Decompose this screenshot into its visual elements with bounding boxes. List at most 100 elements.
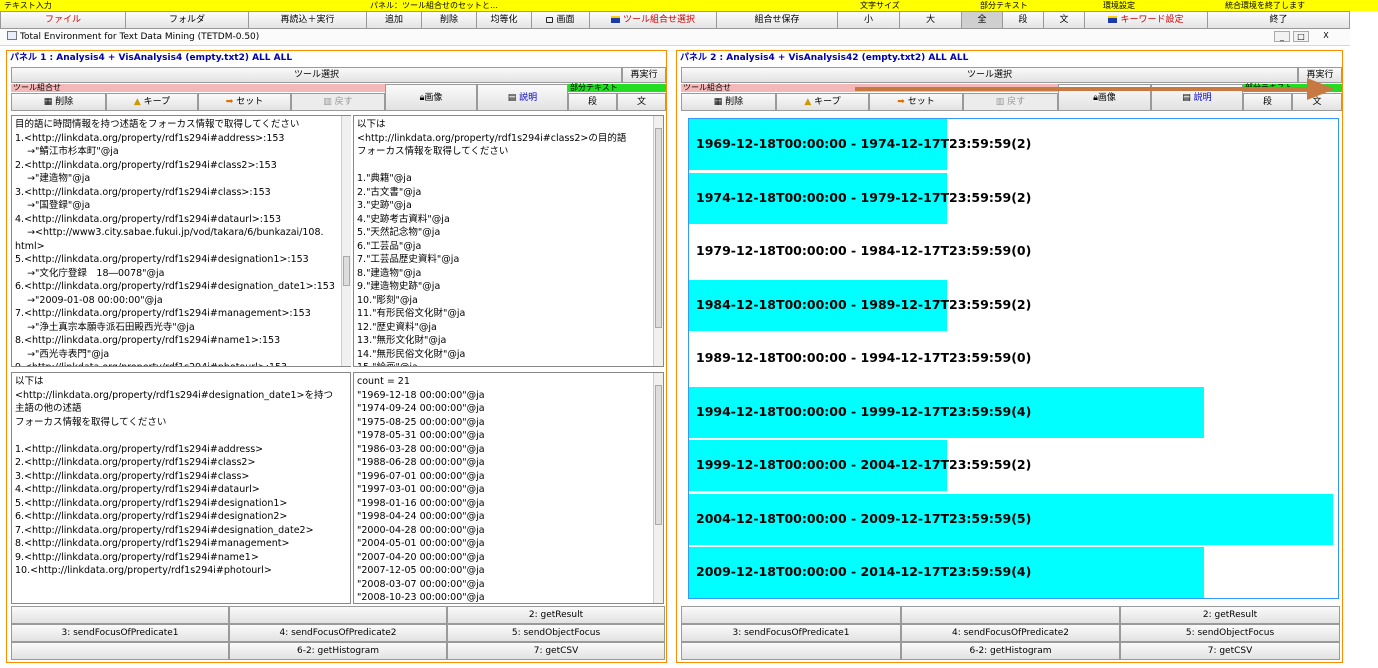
panel-2-title: パネル 2 : Analysis4 + VisAnalysis42 (empty… [677,51,969,65]
grid-icon: ▦ [713,97,726,107]
panel-1: パネル 1 : Analysis4 + VisAnalysis4 (empty.… [6,50,667,663]
window-title: Total Environment for Text Data Mining (… [20,32,260,42]
panel-1-combo-label: ツール組合せ [11,84,385,92]
histogram-chart: 1969-12-18T00:00:00 - 1974-12-17T23:59:5… [688,118,1339,599]
panel-1-text-bottom-left[interactable]: 以下は <http://linkdata.org/property/rdf1s2… [11,372,351,604]
panel-1-send-focus-predicate2-button[interactable]: 4: sendFocusOfPredicate2 [229,624,447,642]
label-exit-env: 統合環境を終了します [1225,1,1305,10]
panel-1-tool-select-button[interactable]: ツール選択 [11,67,622,83]
panel-1-explain-label: 説明 [519,93,538,103]
keyword-setting-label: キーワード設定 [1120,15,1184,25]
flag-icon [1108,16,1118,23]
panel-2-get-histogram-button[interactable]: 6-2: getHistogram [901,642,1120,660]
histogram-bar-label: 1999-12-18T00:00:00 - 2004-12-17T23:59:5… [696,457,1032,472]
panel-1-get-histogram-button[interactable]: 6-2: getHistogram [229,642,447,660]
panel-1-keep-button[interactable]: ▲ キープ [106,93,198,111]
screen-label: 画面 [556,15,575,25]
font-small-button[interactable]: 小 [837,11,899,29]
delete-button[interactable]: 削除 [421,11,476,29]
reload-run-button[interactable]: 再読込＋実行 [248,11,366,29]
sentence-button[interactable]: 文 [1043,11,1084,29]
panel-2-keep-label: キープ [814,97,841,107]
window-title-bar: Total Environment for Text Data Mining (… [0,29,1350,46]
panel-1-set-label: セット [236,97,264,107]
grid-icon: ▦ [43,97,56,107]
panel-1-scrollbar-tl[interactable] [341,116,351,366]
panel-1-send-object-focus-button[interactable]: 5: sendObjectFocus [447,624,665,642]
keyword-setting-button[interactable]: キーワード設定 [1084,11,1207,29]
panel-2-send-focus-predicate2-button[interactable]: 4: sendFocusOfPredicate2 [901,624,1120,642]
screen-button[interactable]: 画面 [531,11,589,29]
save-combo-button[interactable]: 組合せ保存 [716,11,837,29]
panel-1-get-result-button[interactable]: 2: getResult [447,606,665,624]
keep-icon: ▲ [133,97,144,107]
label-partial-text: 部分テキスト [980,1,1028,10]
label-font-size: 文字サイズ [860,1,900,10]
close-button[interactable]: X [1318,31,1334,42]
maximize-button[interactable]: □ [1293,31,1309,42]
paragraph-button[interactable]: 段 [1002,11,1043,29]
panel-1-text-bottom-right[interactable]: count = 21 "1969-12-18 00:00:00"@ja "197… [353,372,664,604]
label-env-settings: 環境設定 [1103,1,1135,10]
panel-2-send-focus-predicate1-button[interactable]: 3: sendFocusOfPredicate1 [681,624,901,642]
histogram-bar-label: 1994-12-18T00:00:00 - 1999-12-17T23:59:5… [696,403,1032,419]
flag-icon [610,16,620,23]
menu-bar: ファイル フォルダ 再読込＋実行 追加 削除 均等化 画面 ツール組合せ選択 組… [0,11,1350,29]
panel-1-sentence-button[interactable]: 文 [617,93,666,111]
panel-1-back-button[interactable]: ▥ 戻す [291,93,385,111]
panel-2-delete-label: 削除 [725,97,744,107]
panel-1-send-focus-predicate1-button[interactable]: 3: sendFocusOfPredicate1 [11,624,229,642]
panel-2-action-blank-2[interactable] [901,606,1120,624]
panel-1-action-blank-1[interactable] [11,606,229,624]
panel-1-explain-button[interactable]: ▤ 説明 [477,84,568,111]
panel-1-set-button[interactable]: ➡ セット [198,93,291,111]
minimize-button[interactable]: _ [1274,31,1290,42]
panel-1-text-top-right[interactable]: 以下は <http://linkdata.org/property/rdf1s2… [353,115,664,367]
tool-combo-select-button[interactable]: ツール組合せ選択 [589,11,716,29]
panel-1-delete-button[interactable]: ▦ 削除 [11,93,106,111]
panel-1-paragraph-button[interactable]: 段 [568,93,617,111]
tool-combo-select-label: ツール組合せ選択 [622,15,695,25]
histogram-bar-label: 2004-12-18T00:00:00 - 2009-12-17T23:59:5… [696,510,1032,526]
document-icon: ▤ [507,93,520,103]
all-text-button[interactable]: 全 [961,11,1002,29]
file-button[interactable]: ファイル [0,11,125,29]
panel-1-action-blank-3[interactable] [11,642,229,660]
panel-1-get-csv-button[interactable]: 7: getCSV [447,642,665,660]
label-text-input: テキスト入力 [4,1,52,10]
histogram-bar-label: 1984-12-18T00:00:00 - 1989-12-17T23:59:5… [696,296,1032,312]
equalize-button[interactable]: 均等化 [476,11,531,29]
back-icon: ▥ [323,97,335,107]
panel-1-rerun-button[interactable]: 再実行 [622,67,666,83]
top-label-bar: テキスト入力 パネル：ツール組合せのセットと… 文字サイズ 部分テキスト 環境設… [0,0,1378,11]
panel-1-scrollbar-tr[interactable] [653,116,663,366]
histogram-bar-label: 1969-12-18T00:00:00 - 1974-12-17T23:59:5… [696,136,1032,151]
panel-2-get-result-button[interactable]: 2: getResult [1120,606,1340,624]
panel-1-title: パネル 1 : Analysis4 + VisAnalysis4 (empty.… [7,51,293,65]
add-button[interactable]: 追加 [366,11,421,29]
panel-1-delete-label: 削除 [55,97,74,107]
panel-2-send-object-focus-button[interactable]: 5: sendObjectFocus [1120,624,1340,642]
app-icon [7,31,17,40]
panel-1-partial-label: 部分テキスト [568,84,666,92]
panel-1-back-label: 戻す [334,97,353,107]
lock-icon [546,17,554,23]
histogram-bar-label: 1974-12-18T00:00:00 - 1979-12-17T23:59:5… [696,189,1032,205]
histogram-bar-label: 1989-12-18T00:00:00 - 1994-12-17T23:59:5… [696,350,1032,365]
panel-1-scrollbar-br[interactable] [653,373,663,603]
panel-2-get-csv-button[interactable]: 7: getCSV [1120,642,1340,660]
annotation-arrow [855,78,1335,100]
panel-1-action-blank-2[interactable] [229,606,447,624]
panel-2-action-blank-3[interactable] [681,642,901,660]
panel-2-delete-button[interactable]: ▦ 削除 [681,93,776,111]
panel-1-image-label: 画像 [424,93,443,103]
panel-1-keep-label: キープ [143,97,171,107]
panel-2-action-blank-1[interactable] [681,606,901,624]
panel-1-image-button[interactable]: 🔒︎画像 [385,84,477,111]
font-large-button[interactable]: 大 [899,11,961,29]
exit-button[interactable]: 終了 [1207,11,1350,29]
folder-button[interactable]: フォルダ [125,11,248,29]
arrow-right-icon: ➡ [225,97,237,107]
panel-1-text-top-left[interactable]: 目的語に時間情報を持つ述語をフォーカス情報で取得してください 1.<http:/… [11,115,351,367]
histogram-bar-label: 2009-12-18T00:00:00 - 2014-12-17T23:59:5… [696,564,1032,579]
